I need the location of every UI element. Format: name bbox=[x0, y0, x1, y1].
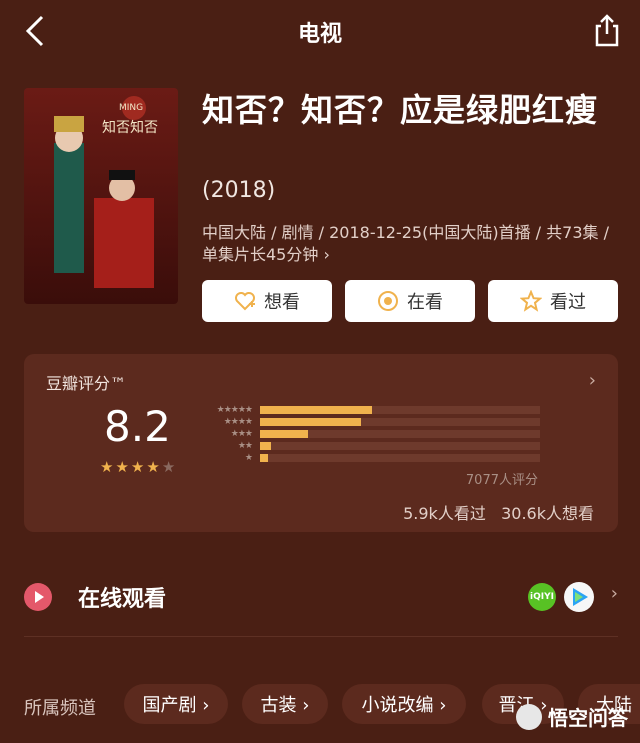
distribution-track bbox=[260, 406, 540, 414]
chevron-right-icon[interactable]: › bbox=[611, 583, 618, 604]
play-icon bbox=[24, 583, 52, 611]
watch-online-row[interactable]: 在线观看 iQIYI › bbox=[24, 576, 618, 616]
wukong-logo-icon bbox=[516, 703, 542, 730]
watermark-text: 悟空问答 bbox=[548, 706, 628, 730]
distribution-track bbox=[260, 442, 540, 450]
distribution-track bbox=[260, 418, 540, 426]
distribution-stars: ★★★ bbox=[230, 429, 253, 439]
star-icon: ★ bbox=[100, 458, 114, 476]
poster-image[interactable]: 知否知否 MING bbox=[24, 88, 178, 304]
svg-text:知否知否: 知否知否 bbox=[102, 119, 158, 136]
want-button[interactable]: 想看 bbox=[202, 280, 332, 322]
watched-button[interactable]: 看过 bbox=[488, 280, 618, 322]
star-icon bbox=[520, 290, 542, 312]
distribution-bar bbox=[260, 430, 308, 438]
rating-stars: ★ ★ ★ ★ ★ bbox=[100, 458, 175, 476]
distribution-track bbox=[260, 454, 540, 462]
channel-chip[interactable]: 小说改编 › bbox=[342, 684, 466, 724]
top-bar: 电视 bbox=[0, 0, 640, 64]
distribution-stars: ★★ bbox=[237, 441, 253, 451]
chevron-right-icon[interactable]: › bbox=[589, 370, 596, 391]
distribution-track bbox=[260, 430, 540, 438]
tencent-video-icon[interactable] bbox=[564, 582, 594, 612]
target-icon bbox=[378, 291, 398, 311]
channel-chip[interactable]: 古装 › bbox=[242, 684, 328, 724]
seen-want-stats: 5.9k人看过 30.6k人想看 bbox=[403, 500, 594, 524]
distribution-stars: ★ bbox=[244, 453, 253, 463]
distribution-row: ★★ bbox=[196, 440, 546, 452]
distribution-row: ★★★★★ bbox=[196, 404, 546, 416]
star-icon: ★ bbox=[161, 458, 176, 476]
rating-score: 8.2 bbox=[104, 402, 171, 451]
iqiyi-logo-icon[interactable]: iQIYI bbox=[528, 583, 556, 611]
movie-title: 知否？知否？应是绿肥红瘦 bbox=[202, 91, 599, 129]
distribution-stars: ★★★★★ bbox=[216, 405, 253, 415]
star-icon: ★ bbox=[130, 458, 145, 476]
distribution-bar bbox=[260, 418, 361, 426]
want-count: 30.6k人想看 bbox=[501, 504, 594, 523]
want-label: 想看 bbox=[264, 292, 300, 313]
watched-label: 看过 bbox=[550, 292, 586, 313]
star-icon: ★ bbox=[146, 458, 160, 476]
share-icon[interactable] bbox=[592, 12, 622, 48]
page-title: 电视 bbox=[297, 22, 342, 47]
seen-count: 5.9k人看过 bbox=[403, 504, 486, 523]
distribution-bar bbox=[260, 454, 269, 462]
channels-label: 所属频道 bbox=[24, 698, 96, 719]
rating-label: 豆瓣评分™ bbox=[46, 374, 127, 393]
distribution-row: ★★★ bbox=[196, 428, 546, 440]
watch-online-label: 在线观看 bbox=[78, 587, 167, 612]
distribution-row: ★★★★ bbox=[196, 416, 546, 428]
star-icon: ★ bbox=[115, 458, 129, 476]
movie-meta[interactable]: 中国大陆 / 剧情 / 2018-12-25(中国大陆)首播 / 共73集 / … bbox=[202, 222, 622, 266]
rating-count: 7077人评分 bbox=[465, 473, 538, 488]
divider bbox=[24, 636, 618, 637]
distribution-bar bbox=[260, 406, 372, 414]
rating-distribution: ★★★★★ ★★★★ ★★★ ★★ ★ bbox=[196, 404, 546, 464]
watermark: 悟空问答 bbox=[516, 702, 628, 731]
heart-plus-icon bbox=[235, 292, 255, 311]
svg-text:MING: MING bbox=[119, 103, 143, 113]
watching-label: 在看 bbox=[407, 292, 443, 313]
channel-chip[interactable]: 国产剧 › bbox=[124, 684, 228, 724]
distribution-bar bbox=[260, 442, 272, 450]
distribution-stars: ★★★★ bbox=[223, 417, 253, 427]
watching-button[interactable]: 在看 bbox=[345, 280, 475, 322]
rating-card[interactable]: 豆瓣评分™ › 8.2 ★ ★ ★ ★ ★ ★★★★★ ★★★★ ★★★ ★★ ★ 7077人评… bbox=[24, 354, 618, 532]
distribution-row: ★ bbox=[196, 452, 546, 464]
movie-year: (2018) bbox=[202, 178, 276, 203]
